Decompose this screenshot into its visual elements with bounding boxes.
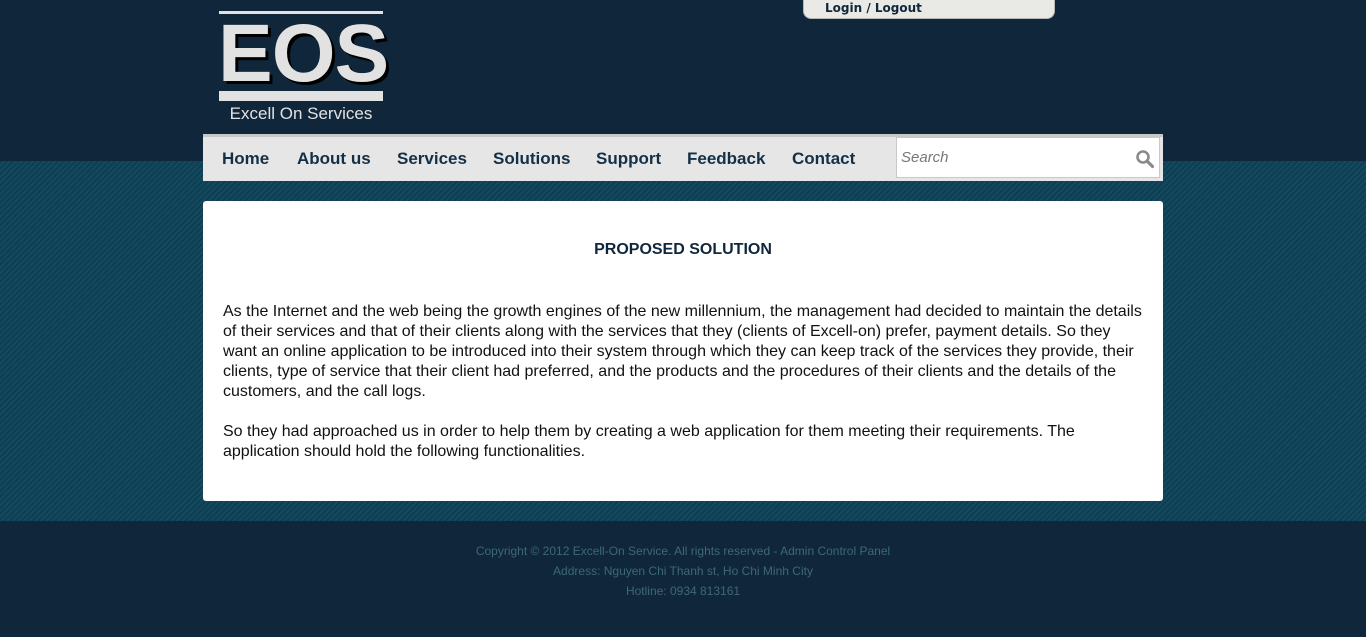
logo-letters: EOS bbox=[218, 8, 389, 99]
nav-home[interactable]: Home bbox=[222, 149, 269, 169]
page-title: PROPOSED SOLUTION bbox=[594, 241, 772, 258]
login-logout-link[interactable]: Login / Logout bbox=[825, 1, 922, 15]
nav-contact[interactable]: Contact bbox=[792, 149, 855, 169]
content-paragraph: As the Internet and the web being the gr… bbox=[223, 303, 1142, 400]
login-tab: Login / Logout bbox=[803, 0, 1055, 19]
footer-copyright: Copyright © 2012 Excell-On Service. All … bbox=[475, 544, 891, 558]
nav-about-us[interactable]: About us bbox=[297, 149, 371, 169]
nav-services[interactable]: Services bbox=[397, 149, 467, 169]
search-icon[interactable] bbox=[1135, 149, 1155, 169]
search-box bbox=[896, 137, 1160, 178]
footer-address: Address: Nguyen Chi Thanh st, Ho Chi Min… bbox=[553, 564, 813, 578]
content-paragraph: So they had approached us in order to he… bbox=[223, 423, 1075, 460]
nav-support[interactable]: Support bbox=[596, 149, 661, 169]
logo-bottom-bar bbox=[219, 91, 383, 101]
logo-tagline: Excell On Services bbox=[229, 104, 373, 123]
search-input[interactable] bbox=[901, 146, 1129, 168]
footer-hotline: Hotline: 0934 813161 bbox=[625, 584, 741, 598]
nav-solutions[interactable]: Solutions bbox=[493, 149, 570, 169]
footer: Copyright © 2012 Excell-On Service. All … bbox=[0, 521, 1366, 637]
content-card: PROPOSED SOLUTION As the Internet and th… bbox=[203, 201, 1163, 501]
site-logo[interactable]: EOS Excell On Services bbox=[218, 8, 389, 126]
nav-feedback[interactable]: Feedback bbox=[687, 149, 765, 169]
